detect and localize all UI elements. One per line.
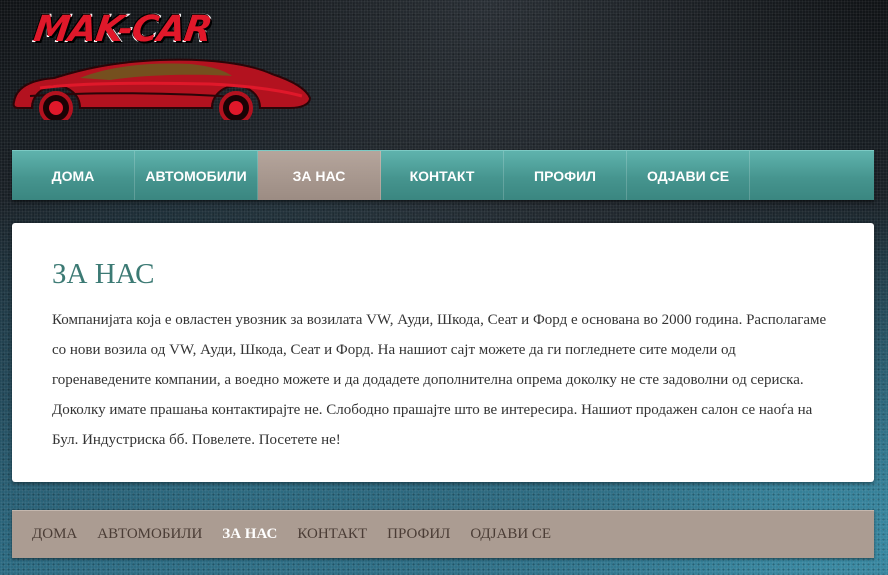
- nav-item-cars[interactable]: АВТОМОБИЛИ: [135, 151, 258, 200]
- footer-link-home[interactable]: ДОМА: [32, 526, 77, 543]
- content-panel: ЗА НАС Компанијата која е овластен увозн…: [12, 223, 874, 482]
- main-nav: ДОМА АВТОМОБИЛИ ЗА НАС КОНТАКТ ПРОФИЛ ОД…: [12, 150, 874, 200]
- footer-link-profile[interactable]: ПРОФИЛ: [387, 526, 450, 543]
- footer-link-about[interactable]: ЗА НАС: [222, 526, 277, 543]
- footer-nav: ДОМА АВТОМОБИЛИ ЗА НАС КОНТАКТ ПРОФИЛ ОД…: [12, 510, 874, 558]
- car-silhouette-icon: [12, 58, 312, 120]
- site-logo[interactable]: MAK-CAR: [10, 8, 315, 120]
- footer-link-cars[interactable]: АВТОМОБИЛИ: [97, 526, 202, 543]
- nav-item-home[interactable]: ДОМА: [12, 151, 135, 200]
- nav-item-logout[interactable]: ОДЈАВИ СЕ: [627, 151, 750, 200]
- footer-link-contact[interactable]: КОНТАКТ: [297, 526, 367, 543]
- nav-item-contact[interactable]: КОНТАКТ: [381, 151, 504, 200]
- nav-item-about[interactable]: ЗА НАС: [258, 151, 381, 200]
- page-title: ЗА НАС: [52, 258, 155, 290]
- nav-item-profile[interactable]: ПРОФИЛ: [504, 151, 627, 200]
- footer-link-logout[interactable]: ОДЈАВИ СЕ: [470, 526, 551, 543]
- about-text: Компанијата која е овластен увозник за в…: [52, 312, 827, 448]
